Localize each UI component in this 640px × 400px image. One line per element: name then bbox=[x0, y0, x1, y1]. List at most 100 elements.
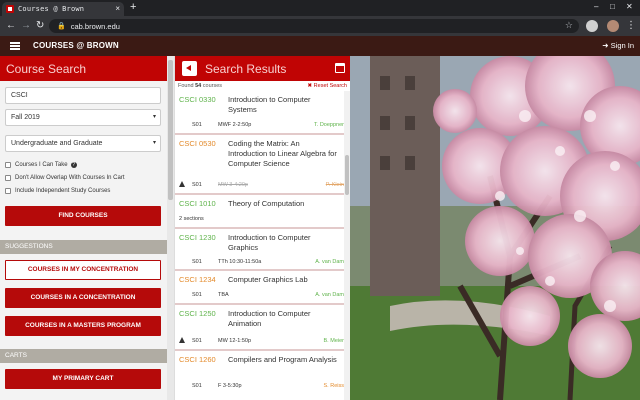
meeting-time: TBA bbox=[218, 292, 229, 298]
section-number: S01 bbox=[192, 182, 202, 188]
profile-avatar-icon[interactable] bbox=[607, 20, 619, 32]
masters-program-button[interactable]: COURSES IN A MASTERS PROGRAM bbox=[5, 316, 161, 336]
level-select[interactable]: Undergraduate and Graduate ▾ bbox=[5, 135, 161, 152]
minimize-icon[interactable]: – bbox=[594, 2, 598, 11]
course-code: CSCI 1234 bbox=[179, 275, 216, 284]
course-title: Introduction to Computer Graphics bbox=[228, 233, 311, 252]
level-select-value: Undergraduate and Graduate bbox=[11, 140, 103, 147]
checkbox-box[interactable] bbox=[5, 175, 11, 181]
result-row[interactable]: CSCI 1010 Theory of Computation 2 sectio… bbox=[175, 195, 350, 229]
course-title: Introduction to Computer Systems bbox=[228, 95, 311, 114]
new-tab-icon[interactable]: + bbox=[130, 1, 136, 13]
found-suffix: courses bbox=[201, 83, 223, 89]
term-select-value: Fall 2019 bbox=[11, 114, 40, 121]
instructor: P. Klein bbox=[325, 182, 344, 188]
meeting-time: TTh 10:30-11:50a bbox=[218, 259, 262, 265]
checkbox-label: Don't Allow Overlap With Courses In Cart bbox=[15, 175, 125, 181]
results-header: Search Results bbox=[175, 56, 350, 81]
collapse-left-icon[interactable] bbox=[182, 61, 197, 76]
warning-icon bbox=[179, 337, 185, 343]
section-number: S01 bbox=[192, 259, 202, 265]
course-title: Computer Graphics Lab bbox=[228, 275, 308, 284]
a-concentration-button[interactable]: COURSES IN A CONCENTRATION bbox=[5, 288, 161, 308]
term-select[interactable]: Fall 2019 ▾ bbox=[5, 109, 161, 126]
warning-icon bbox=[179, 181, 185, 187]
results-title: Search Results bbox=[205, 62, 287, 76]
meeting-time: F 3-5:30p bbox=[218, 383, 242, 389]
sections-count: 2 sections bbox=[179, 216, 204, 222]
section-number: S01 bbox=[192, 338, 202, 344]
forward-arrow-icon[interactable]: → bbox=[21, 20, 31, 32]
maximize-icon[interactable]: □ bbox=[610, 2, 615, 11]
course-title: Introduction to Computer Animation bbox=[228, 309, 311, 328]
left-scrollbar[interactable] bbox=[167, 56, 174, 400]
concentration-courses-button[interactable]: COURSES IN MY CONCENTRATION bbox=[5, 260, 161, 280]
suggestions-heading: SUGGESTIONS bbox=[0, 240, 167, 254]
campus-magnolia-photo bbox=[350, 56, 640, 400]
browser-toolbar: ← → ↻ 🔒 cab.brown.edu ☆ ⋮ bbox=[0, 16, 640, 36]
meeting-time: MW 3-4:20p bbox=[218, 182, 248, 188]
checkbox-independent-study[interactable]: Include Independent Study Courses bbox=[5, 188, 110, 194]
calendar-icon[interactable] bbox=[335, 63, 345, 73]
result-row[interactable]: CSCI 0530 Coding the Matrix: An Introduc… bbox=[175, 135, 350, 195]
result-row[interactable]: CSCI 1250 Introduction to Computer Anima… bbox=[175, 305, 350, 351]
section-number: S01 bbox=[192, 122, 202, 128]
browser-menu-icon[interactable]: ⋮ bbox=[626, 20, 636, 32]
course-code: CSCI 0330 bbox=[179, 95, 216, 104]
instructor: A. van Dam bbox=[315, 292, 344, 298]
address-bar[interactable]: 🔒 cab.brown.edu ☆ bbox=[49, 19, 579, 33]
sign-in-link[interactable]: ➜ Sign In bbox=[602, 41, 634, 50]
instructor: T. Doeppner bbox=[314, 122, 344, 128]
chevron-down-icon: ▾ bbox=[152, 114, 156, 120]
back-arrow-icon[interactable]: ← bbox=[6, 20, 16, 32]
reload-icon[interactable]: ↻ bbox=[36, 20, 44, 32]
found-prefix: Found bbox=[178, 83, 196, 89]
course-title: Coding the Matrix: An Introduction to Li… bbox=[228, 139, 337, 168]
course-code: CSCI 1250 bbox=[179, 309, 216, 318]
tab-title: Courses @ Brown bbox=[18, 5, 85, 13]
course-title: Compilers and Program Analysis bbox=[228, 355, 337, 364]
checkbox-label: Courses I Can Take bbox=[15, 162, 68, 168]
section-number: S01 bbox=[192, 383, 202, 389]
course-code: CSCI 1010 bbox=[179, 199, 216, 208]
instructor: A. van Dam bbox=[315, 259, 344, 265]
instructor: B. Meier bbox=[323, 338, 344, 344]
result-row[interactable]: CSCI 1230 Introduction to Computer Graph… bbox=[175, 229, 350, 271]
result-row[interactable]: CSCI 0330 Introduction to Computer Syste… bbox=[175, 91, 350, 135]
favicon-icon bbox=[6, 5, 14, 13]
find-courses-button[interactable]: FIND COURSES bbox=[5, 206, 161, 226]
chevron-down-icon: ▾ bbox=[152, 140, 156, 146]
meeting-time: MWF 2-2:50p bbox=[218, 122, 252, 128]
scrollbar-thumb[interactable] bbox=[168, 60, 173, 200]
keyword-input[interactable]: CSCI bbox=[5, 87, 161, 104]
meeting-time: MW 12-1:50p bbox=[218, 338, 252, 344]
result-row[interactable]: CSCI 1234 Computer Graphics Lab S01 TBA … bbox=[175, 271, 350, 305]
result-row[interactable]: CSCI 1260 Compilers and Program Analysis… bbox=[175, 351, 350, 397]
bookmark-star-icon[interactable]: ☆ bbox=[565, 20, 573, 31]
url-text: cab.brown.edu bbox=[70, 21, 120, 31]
browser-tab[interactable]: Courses @ Brown × bbox=[2, 2, 124, 16]
close-window-icon[interactable]: ✕ bbox=[626, 2, 633, 11]
checkbox-no-overlap[interactable]: Don't Allow Overlap With Courses In Cart bbox=[5, 175, 125, 181]
course-search-panel: Course Search CSCI Fall 2019 ▾ Undergrad… bbox=[0, 56, 174, 400]
reset-search-link[interactable]: ✖ Reset Search bbox=[308, 83, 347, 89]
brand-title[interactable]: COURSES @ BROWN bbox=[33, 41, 119, 50]
checkbox-box[interactable] bbox=[5, 188, 11, 194]
help-icon[interactable]: ? bbox=[70, 162, 77, 168]
app-header: COURSES @ BROWN ➜ Sign In bbox=[0, 36, 640, 56]
extension-icon[interactable] bbox=[586, 20, 598, 32]
tab-close-icon[interactable]: × bbox=[115, 4, 120, 13]
hamburger-menu-icon[interactable] bbox=[10, 42, 20, 50]
primary-cart-button[interactable]: MY PRIMARY CART bbox=[5, 369, 161, 389]
checkbox-box[interactable] bbox=[5, 162, 11, 168]
search-results-panel: Search Results Found 54 courses ✖ Reset … bbox=[174, 56, 350, 400]
magnolia-illustration bbox=[350, 56, 640, 400]
checkbox-courses-i-can-take[interactable]: Courses I Can Take ? bbox=[5, 162, 77, 168]
course-code: CSCI 0530 bbox=[179, 139, 216, 148]
checkbox-label: Include Independent Study Courses bbox=[15, 188, 111, 194]
instructor: S. Reiss bbox=[323, 383, 344, 389]
browser-tabstrip: Courses @ Brown × + – □ ✕ bbox=[0, 0, 640, 16]
carts-heading: CARTS bbox=[0, 349, 167, 363]
section-number: S01 bbox=[192, 292, 202, 298]
scrollbar-thumb[interactable] bbox=[345, 155, 349, 195]
